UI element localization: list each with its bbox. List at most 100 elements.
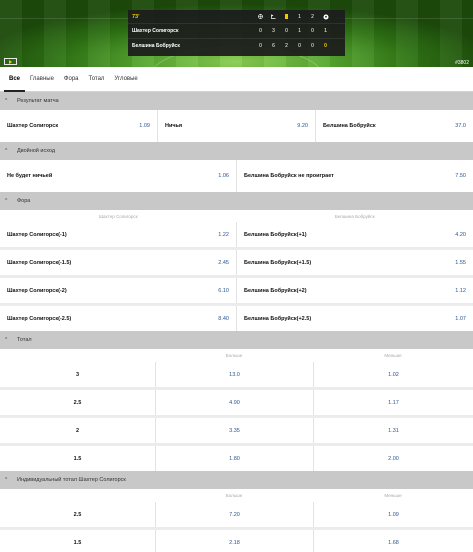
odd-button-away-win[interactable]: Белшина Бобруйск 37.0 (315, 110, 473, 142)
tab-corners[interactable]: Угловые (109, 67, 142, 92)
play-video-button[interactable] (4, 58, 17, 65)
away-stat: 2 (285, 43, 288, 49)
handicap-row: Шахтер Солигорск(-2) 6.10 Белшина Бобруйс… (0, 278, 473, 303)
away-score: 0 (324, 43, 327, 49)
scoreboard-row-away: Белшина Бобруйск 0 6 2 0 0 0 (128, 38, 345, 53)
total-col-under: Меньше (384, 353, 402, 358)
odd-button[interactable]: Белшина Бобруйск(+1.5) 1.55 (236, 250, 473, 275)
total-line: 1.5 (73, 539, 82, 546)
away-stat: 6 (272, 43, 275, 49)
total-row: 2 3.35 1.31 (0, 418, 473, 443)
odd-button-over[interactable]: 4.90 (155, 390, 313, 415)
odd-button[interactable]: Белшина Бобруйск(+2.5) 1.07 (236, 306, 473, 331)
odd-button-over[interactable]: 3.35 (155, 418, 313, 443)
odd-button[interactable]: Шахтер Солигорск(-1) 1.22 (0, 222, 236, 247)
odd-button[interactable]: Белшина Бобруйск(+2) 1.12 (236, 278, 473, 303)
odd-value: 8.40 (218, 315, 229, 322)
odd-button-under[interactable]: 1.02 (313, 362, 473, 387)
corner-flag-icon (267, 14, 280, 19)
outcome-label: Белшина Бобруйск(+1.5) (244, 259, 312, 266)
odd-value: 7.50 (455, 173, 466, 179)
section-header-result[interactable]: ^ Результат матча (0, 92, 473, 110)
odd-value: 1.06 (218, 173, 229, 179)
odd-button-under[interactable]: 2.00 (313, 446, 473, 471)
section-header-handicap[interactable]: ^ Фора (0, 192, 473, 210)
section-header-total[interactable]: ^ Тотал (0, 331, 473, 349)
odd-button-draw[interactable]: Ничья 9.20 (157, 110, 315, 142)
total-col-over: Больше (225, 353, 243, 358)
odd-button[interactable]: Шахтер Солигорск(-2) 6.10 (0, 278, 236, 303)
tab-all[interactable]: Все (4, 67, 26, 92)
section-title: Индивидуальный тотал Шахтер Солигорск (17, 477, 126, 483)
total-col-under: Меньше (384, 493, 402, 498)
scoreboard: 73' 1 2 Шахтер Солигорск 0 3 0 1 0 1 Бел… (128, 10, 345, 56)
odd-value: 1.12 (455, 287, 466, 294)
tab-handicap[interactable]: Фора (59, 67, 84, 92)
odd-button[interactable]: Шахтер Солигорск(-1.5) 2.45 (0, 250, 236, 275)
tab-main[interactable]: Главные (25, 67, 59, 92)
market-tabs: Все Главные Фора Тотал Угловые (0, 67, 473, 92)
away-stat: 0 (259, 43, 262, 49)
outcome-label: Шахтер Солигорск(-2) (7, 287, 67, 294)
away-team-name: Белшина Бобруйск (132, 43, 180, 49)
odd-value: 6.10 (218, 287, 229, 294)
outcome-label: Не будет ничьей (7, 173, 53, 179)
odd-button-away-not-lose[interactable]: Белшина Бобруйск не проиграет 7.50 (236, 160, 473, 192)
event-id: #3802 (455, 60, 469, 66)
odd-button-home-win[interactable]: Шахтер Солигорск 1.09 (0, 110, 157, 142)
total-line: 2.5 (73, 511, 82, 518)
outcome-label: Белшина Бобруйск(+2) (244, 287, 307, 294)
home-stat: 0 (285, 28, 288, 34)
odd-value: 4.20 (455, 231, 466, 238)
odd-button-under[interactable]: 1.09 (313, 502, 473, 527)
play-icon (9, 59, 12, 64)
corner-icon (254, 14, 267, 19)
odd-button-under[interactable]: 1.68 (313, 530, 473, 552)
outcome-label: Шахтер Солигорск(-2.5) (7, 315, 72, 322)
odd-button[interactable]: Шахтер Солигорск(-2.5) 8.40 (0, 306, 236, 331)
odd-button[interactable]: Белшина Бобруйск(+1) 4.20 (236, 222, 473, 247)
yellow-card-icon (280, 14, 293, 19)
odd-button-over[interactable]: 13.0 (155, 362, 313, 387)
section-header-double-chance[interactable]: ^ Двойной исход (0, 142, 473, 160)
outcome-label: Ничья (165, 123, 183, 129)
home-stat: 1 (298, 28, 301, 34)
double-chance-row: Не будет ничьей 1.06 Белшина Бобруйск не … (0, 160, 473, 192)
odd-value: 1.22 (218, 231, 229, 238)
odd-button-over[interactable]: 1.80 (155, 446, 313, 471)
odd-button-under[interactable]: 1.31 (313, 418, 473, 443)
handicap-col-home: Шахтер Солигорск (98, 213, 138, 219)
odd-button-under[interactable]: 1.17 (313, 390, 473, 415)
individual-total-row: 2.5 7.20 1.09 (0, 502, 473, 527)
scoreboard-row-home: Шахтер Солигорск 0 3 0 1 0 1 (128, 23, 345, 38)
individual-total-row: 1.5 2.18 1.68 (0, 530, 473, 552)
match-hero-banner: 73' 1 2 Шахтер Солигорск 0 3 0 1 0 1 Бел… (0, 0, 473, 67)
home-stat: 3 (272, 28, 275, 34)
section-title: Результат матча (17, 98, 59, 104)
handicap-column-headers: Шахтер Солигорск Белшина Бобруйск (0, 210, 473, 222)
home-stat: 0 (259, 28, 262, 34)
outcome-label: Шахтер Солигорск(-1.5) (7, 259, 72, 266)
total-column-headers: Больше Меньше (0, 349, 473, 362)
handicap-row: Шахтер Солигорск(-1.5) 2.45 Белшина Бобру… (0, 250, 473, 275)
home-stat: 0 (311, 28, 314, 34)
chevron-up-icon: ^ (5, 198, 8, 204)
chevron-up-icon: ^ (5, 98, 8, 104)
odd-button-over[interactable]: 7.20 (155, 502, 313, 527)
tab-total[interactable]: Тотал (84, 67, 110, 92)
total-row: 1.5 1.80 2.00 (0, 446, 473, 471)
outcome-label: Белшина Бобруйск(+1) (244, 231, 307, 238)
section-header-individual-total[interactable]: ^ Индивидуальный тотал Шахтер Солигорск (0, 471, 473, 489)
odd-button-over[interactable]: 2.18 (155, 530, 313, 552)
handicap-row: Шахтер Солигорск(-1) 1.22 Белшина Бобруйс… (0, 222, 473, 247)
section-title: Тотал (17, 337, 32, 343)
outcome-label: Шахтер Солигорск(-1) (7, 231, 67, 238)
odd-value: 1.09 (139, 123, 150, 129)
outcome-label: Белшина Бобруйск не проиграет (244, 173, 334, 179)
home-team-name: Шахтер Солигорск (132, 28, 179, 34)
odd-button-no-draw[interactable]: Не будет ничьей 1.06 (0, 160, 236, 192)
chevron-up-icon: ^ (5, 477, 8, 483)
total-col-over: Больше (225, 493, 243, 498)
scoreboard-header: 73' 1 2 (128, 10, 345, 23)
total-line: 3 (75, 371, 80, 378)
